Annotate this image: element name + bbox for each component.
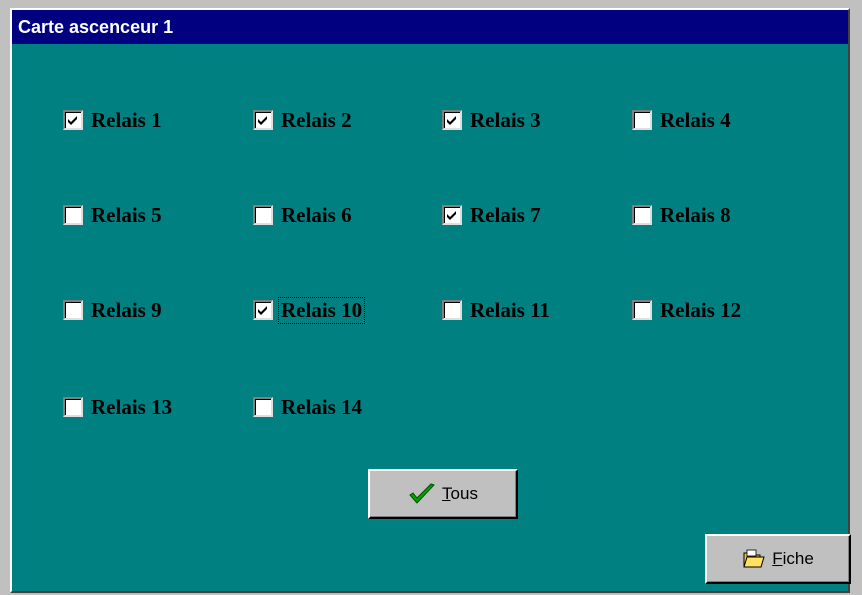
checkbox-box[interactable]	[253, 205, 273, 225]
relais-8-checkbox[interactable]: Relais 8	[632, 202, 733, 228]
relais-5-checkbox[interactable]: Relais 5	[63, 202, 164, 228]
checkmark-icon	[447, 116, 456, 125]
checkbox-label[interactable]: Relais 1	[89, 108, 164, 133]
checkbox-box[interactable]	[253, 300, 273, 320]
fiche-button[interactable]: Fiche	[705, 534, 851, 584]
checkbox-label[interactable]: Relais 8	[658, 203, 733, 228]
fiche-label: Fiche	[772, 549, 814, 568]
tous-button[interactable]: Tous	[368, 469, 518, 519]
checkbox-box[interactable]	[63, 397, 83, 417]
checkbox-box[interactable]	[442, 205, 462, 225]
checkbox-label[interactable]: Relais 5	[89, 203, 164, 228]
checkbox-label[interactable]: Relais 10	[277, 296, 366, 324]
checkbox-label[interactable]: Relais 11	[468, 298, 552, 323]
checkbox-label[interactable]: Relais 13	[89, 395, 174, 420]
checkbox-label[interactable]: Relais 6	[279, 203, 354, 228]
relais-10-checkbox[interactable]: Relais 10	[253, 296, 366, 324]
checkmark-icon	[447, 211, 456, 220]
checkmark-icon	[258, 116, 267, 125]
checkbox-box[interactable]	[442, 110, 462, 130]
window-title: Carte ascenceur 1	[12, 10, 848, 44]
relais-2-checkbox[interactable]: Relais 2	[253, 107, 354, 133]
checkbox-box[interactable]	[442, 300, 462, 320]
checkbox-label[interactable]: Relais 9	[89, 298, 164, 323]
checkbox-label[interactable]: Relais 7	[468, 203, 543, 228]
relais-1-checkbox[interactable]: Relais 1	[63, 107, 164, 133]
relais-12-checkbox[interactable]: Relais 12	[632, 297, 743, 323]
relais-3-checkbox[interactable]: Relais 3	[442, 107, 543, 133]
relais-13-checkbox[interactable]: Relais 13	[63, 394, 174, 420]
relais-9-checkbox[interactable]: Relais 9	[63, 297, 164, 323]
relais-4-checkbox[interactable]: Relais 4	[632, 107, 733, 133]
tous-label: Tous	[442, 484, 478, 503]
green-checkmark-icon	[408, 482, 436, 506]
relais-11-checkbox[interactable]: Relais 11	[442, 297, 552, 323]
checkbox-label[interactable]: Relais 12	[658, 298, 743, 323]
checkbox-box[interactable]	[253, 110, 273, 130]
folder-icon	[742, 548, 766, 570]
checkmark-icon	[68, 116, 77, 125]
relais-14-checkbox[interactable]: Relais 14	[253, 394, 364, 420]
checkbox-label[interactable]: Relais 14	[279, 395, 364, 420]
checkbox-box[interactable]	[63, 300, 83, 320]
relais-6-checkbox[interactable]: Relais 6	[253, 202, 354, 228]
checkbox-box[interactable]	[632, 110, 652, 130]
dialog-window: Carte ascenceur 1 Relais 1 Relais 2 Rela…	[10, 8, 851, 593]
checkbox-label[interactable]: Relais 2	[279, 108, 354, 133]
relais-7-checkbox[interactable]: Relais 7	[442, 202, 543, 228]
checkbox-box[interactable]	[632, 205, 652, 225]
checkbox-box[interactable]	[63, 110, 83, 130]
checkbox-box[interactable]	[63, 205, 83, 225]
checkbox-label[interactable]: Relais 4	[658, 108, 733, 133]
checkbox-label[interactable]: Relais 3	[468, 108, 543, 133]
checkmark-icon	[258, 306, 267, 315]
checkbox-box[interactable]	[632, 300, 652, 320]
checkbox-box[interactable]	[253, 397, 273, 417]
